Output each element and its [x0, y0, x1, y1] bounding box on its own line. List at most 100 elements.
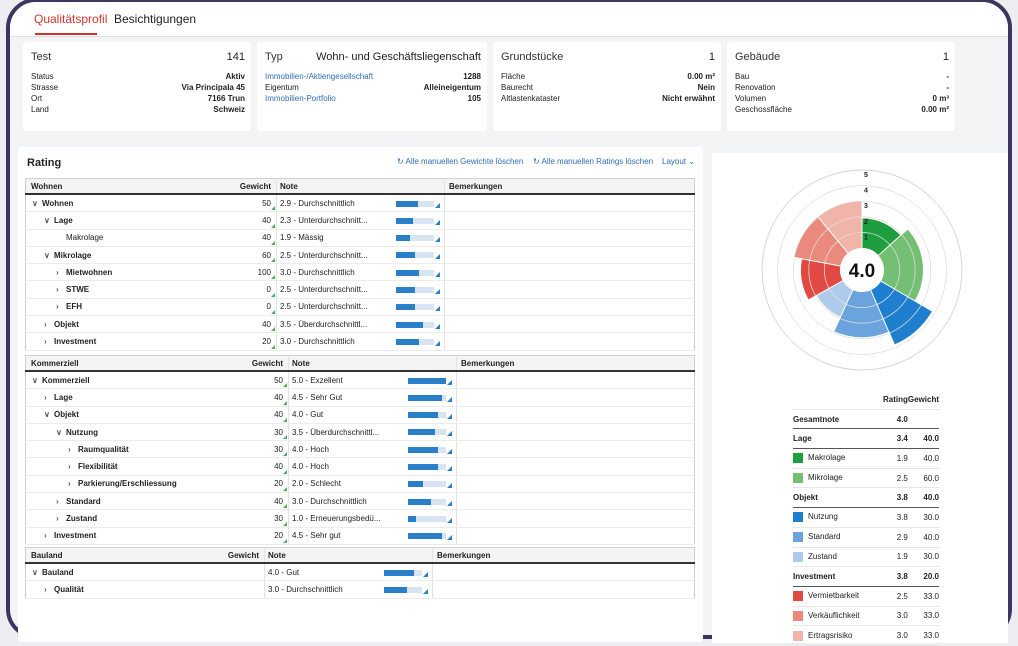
weight-cell[interactable]: 40 [231, 315, 277, 334]
note-cell[interactable]: 2.5 - Unterdurchschnitt... [276, 280, 396, 299]
chevron-right-icon[interactable]: › [44, 531, 54, 540]
table-row[interactable]: ∨ Mikrolage 60 2.5 - Unterdurchschnitt... [25, 246, 695, 265]
weight-cell[interactable]: 60 [231, 246, 277, 265]
table-row[interactable]: › Lage 40 4.5 - Sehr Gut [25, 388, 695, 407]
remarks-cell[interactable] [456, 527, 695, 545]
table-row[interactable]: › Standard 40 3.0 - Durchschnittlich [25, 492, 695, 511]
weight-cell[interactable]: 50 [243, 371, 289, 390]
note-cell[interactable]: 2.5 - Unterdurchschnitt... [276, 246, 396, 265]
remarks-cell[interactable] [456, 475, 695, 494]
note-cell[interactable]: 2.5 - Unterdurchschnitt... [276, 298, 396, 317]
remarks-cell[interactable] [432, 563, 695, 582]
card-row-label[interactable]: Immobilien-/Aktiengesellschaft [265, 72, 373, 81]
chevron-down-icon[interactable]: ∨ [56, 428, 66, 437]
remarks-cell[interactable] [444, 194, 695, 213]
table-row[interactable]: › Parkierung/Erschliessung 20 2.0 - Schlech… [25, 475, 695, 494]
weight-cell[interactable]: 40 [243, 388, 289, 407]
chevron-right-icon[interactable]: › [68, 462, 78, 471]
weight-cell[interactable]: 40 [243, 457, 289, 476]
table-row[interactable]: › EFH 0 2.5 - Unterdurchschnitt... [25, 298, 695, 317]
weight-cell[interactable]: 0 [231, 280, 277, 299]
tab-besichtigungen[interactable]: Besichtigungen [114, 12, 196, 26]
chevron-right-icon[interactable]: › [56, 497, 66, 506]
table-row[interactable]: › Flexibilität 40 4.0 - Hoch [25, 457, 695, 476]
table-row[interactable]: › Zustand 30 1.0 - Erneuerungsbedü... [25, 509, 695, 528]
card-row-label[interactable]: Immobilien-Portfolio [265, 94, 336, 103]
weight-cell[interactable]: 20 [243, 475, 289, 494]
remarks-cell[interactable] [456, 492, 695, 511]
chevron-down-icon[interactable]: ∨ [44, 216, 54, 225]
weight-cell[interactable]: 40 [231, 211, 277, 230]
weight-cell[interactable]: 0 [231, 298, 277, 317]
remarks-cell[interactable] [456, 423, 695, 442]
table-row[interactable]: › Investment 20 3.0 - Durchschnittlich [25, 332, 695, 351]
chevron-down-icon[interactable]: ∨ [32, 376, 42, 385]
weight-cell[interactable] [219, 580, 265, 599]
weight-cell[interactable]: 50 [231, 194, 277, 213]
remarks-cell[interactable] [456, 509, 695, 528]
table-row[interactable]: ∨ Wohnen 50 2.9 - Durchschnittlich [25, 194, 695, 213]
chevron-down-icon[interactable]: ∨ [44, 410, 54, 419]
table-row[interactable]: ∨ Kommerziell 50 5.0 - Exzellent [25, 371, 695, 390]
note-cell[interactable]: 4.5 - Sehr gut [288, 527, 408, 545]
table-row[interactable]: › Mietwohnen 100 3.0 - Durchschnittlich [25, 263, 695, 282]
chevron-down-icon[interactable]: ∨ [44, 251, 54, 260]
weight-cell[interactable]: 30 [243, 423, 289, 442]
note-cell[interactable]: 3.0 - Durchschnittlich [264, 580, 384, 599]
clear-weights-button[interactable]: ↻ Alle manuellen Gewichte löschen [397, 157, 523, 166]
weight-cell[interactable]: 40 [231, 229, 277, 247]
chevron-right-icon[interactable]: › [56, 285, 66, 294]
remarks-cell[interactable] [456, 406, 695, 424]
clear-ratings-button[interactable]: ↻ Alle manuellen Ratings löschen [533, 157, 653, 166]
remarks-cell[interactable] [456, 388, 695, 407]
weight-cell[interactable]: 30 [243, 509, 289, 528]
note-cell[interactable]: 3.0 - Durchschnittlich [288, 492, 408, 511]
remarks-cell[interactable] [444, 298, 695, 317]
chevron-down-icon[interactable]: ∨ [32, 568, 42, 577]
table-row[interactable]: › Raumqualität 30 4.0 - Hoch [25, 440, 695, 459]
table-row[interactable]: › Qualität 3.0 - Durchschnittlich [25, 580, 695, 599]
note-cell[interactable]: 2.9 - Durchschnittlich [276, 194, 396, 213]
weight-cell[interactable]: 100 [231, 263, 277, 282]
weight-cell[interactable]: 20 [243, 527, 289, 545]
table-row[interactable]: Makrolage 40 1.9 - Mässig [25, 229, 695, 247]
table-row[interactable]: ∨ Objekt 40 4.0 - Gut [25, 406, 695, 424]
remarks-cell[interactable] [444, 246, 695, 265]
table-row[interactable]: ∨ Bauland 4.0 - Gut [25, 563, 695, 582]
remarks-cell[interactable] [432, 580, 695, 599]
remarks-cell[interactable] [444, 332, 695, 351]
chevron-right-icon[interactable]: › [44, 337, 54, 346]
note-cell[interactable]: 3.0 - Durchschnittlich [276, 332, 396, 351]
table-row[interactable]: › STWE 0 2.5 - Unterdurchschnitt... [25, 280, 695, 299]
table-row[interactable]: › Objekt 40 3.5 - Überdurchschnittl... [25, 315, 695, 334]
weight-cell[interactable]: 20 [231, 332, 277, 351]
remarks-cell[interactable] [444, 315, 695, 334]
remarks-cell[interactable] [444, 280, 695, 299]
weight-cell[interactable]: 40 [243, 406, 289, 424]
weight-cell[interactable]: 40 [243, 492, 289, 511]
remarks-cell[interactable] [444, 229, 695, 247]
chevron-right-icon[interactable]: › [68, 479, 78, 488]
table-row[interactable]: ∨ Nutzung 30 3.5 - Überdurchschnittl... [25, 423, 695, 442]
note-cell[interactable]: 3.5 - Überdurchschnittl... [276, 315, 396, 334]
note-cell[interactable]: 5.0 - Exzellent [288, 371, 408, 390]
note-cell[interactable]: 4.5 - Sehr Gut [288, 388, 408, 407]
note-cell[interactable]: 2.0 - Schlecht [288, 475, 408, 494]
note-cell[interactable]: 3.5 - Überdurchschnittl... [288, 423, 408, 442]
note-cell[interactable]: 4.0 - Hoch [288, 440, 408, 459]
remarks-cell[interactable] [444, 263, 695, 282]
note-cell[interactable]: 4.0 - Gut [288, 406, 408, 424]
remarks-cell[interactable] [444, 211, 695, 230]
chevron-right-icon[interactable]: › [44, 585, 54, 594]
chevron-right-icon[interactable]: › [56, 268, 66, 277]
chevron-right-icon[interactable]: › [44, 320, 54, 329]
note-cell[interactable]: 3.0 - Durchschnittlich [276, 263, 396, 282]
chevron-right-icon[interactable]: › [56, 514, 66, 523]
note-cell[interactable]: 2.3 - Unterdurchschnitt... [276, 211, 396, 230]
note-cell[interactable]: 1.9 - Mässig [276, 229, 396, 247]
weight-cell[interactable]: 30 [243, 440, 289, 459]
chevron-right-icon[interactable]: › [68, 445, 78, 454]
chevron-right-icon[interactable]: › [56, 302, 66, 311]
chevron-down-icon[interactable]: ∨ [32, 199, 42, 208]
chevron-right-icon[interactable]: › [44, 393, 54, 402]
